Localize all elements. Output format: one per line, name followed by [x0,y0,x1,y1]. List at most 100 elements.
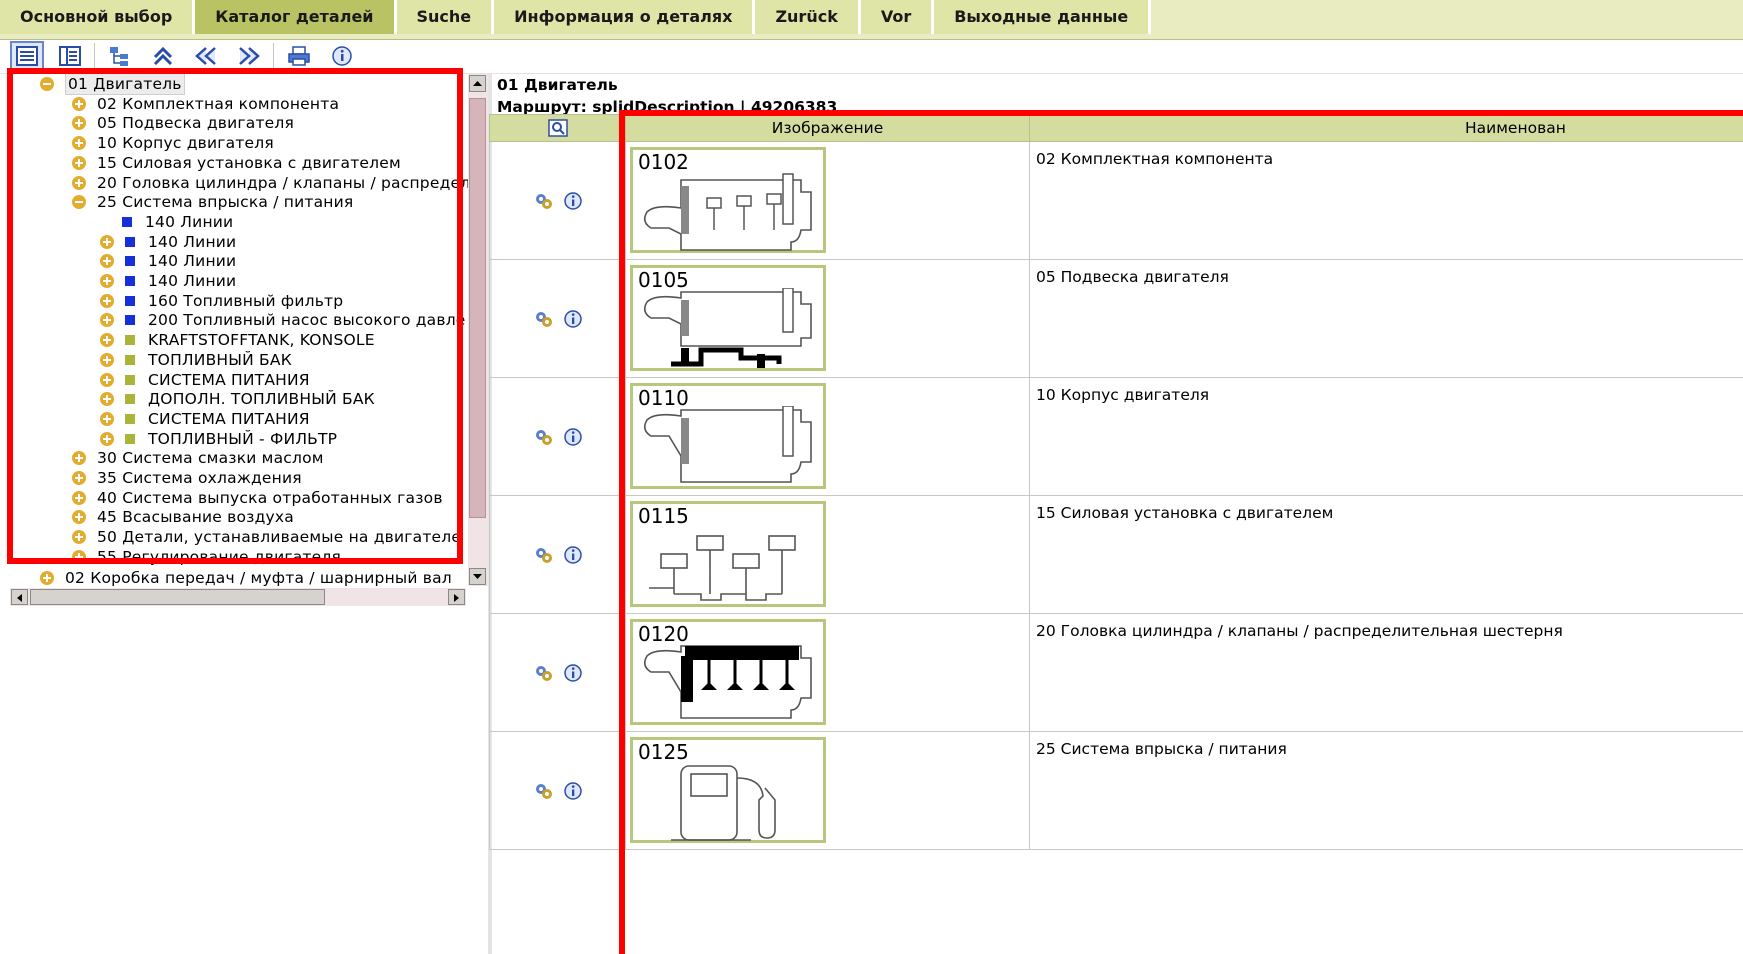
part-name[interactable]: 05 Подвеска двигателя [1030,260,1743,286]
tree-node[interactable]: 30 Система смазки маслом [72,448,324,468]
expand-icon[interactable] [100,392,114,407]
gears-icon[interactable] [533,663,555,683]
collapse-icon[interactable] [40,77,54,91]
menu-part-information[interactable]: Информация о деталях [494,0,756,34]
tree-node[interactable]: 25 Система впрыска / питания [72,192,353,212]
tree-node[interactable]: 160 Топливный фильтр [100,291,343,311]
previous-icon[interactable] [191,43,221,69]
column-header-actions[interactable] [489,114,626,142]
info-icon[interactable] [563,663,583,683]
expand-icon[interactable] [100,274,114,288]
table-row[interactable]: 0110 10 Корпус двигателя [489,377,1743,496]
tree-node[interactable]: 40 Система выпуска отработанных газов [72,488,443,508]
info-icon[interactable] [563,545,583,565]
collapse-up-icon[interactable] [148,43,178,69]
structure-icon[interactable] [105,43,135,69]
info-icon[interactable] [563,427,583,447]
tree-view-icon[interactable] [10,41,44,71]
expand-icon[interactable] [100,352,114,367]
table-row[interactable]: 0102 02 Комплектная компонента [489,141,1743,260]
menu-back[interactable]: Zurück [755,0,861,34]
part-image[interactable]: 0102 [630,147,826,253]
part-name[interactable]: 15 Силовая установка с двигателем [1030,496,1743,522]
expand-icon[interactable] [72,96,86,111]
gears-icon[interactable] [533,309,555,329]
tree-node[interactable]: 140 Линии [100,251,236,271]
tree-node[interactable]: ДОПОЛН. ТОПЛИВНЫЙ БАК [100,389,375,409]
tree-node[interactable]: СИСТЕМА ПИТАНИЯ [100,409,310,429]
part-image[interactable]: 0120 [630,619,826,725]
info-icon[interactable] [563,309,583,329]
expand-icon[interactable] [72,136,86,151]
part-name[interactable]: 25 Система впрыска / питания [1030,732,1743,758]
table-row[interactable]: 0120 20 Головка цилиндра / клапаны / расп… [489,613,1743,732]
gears-icon[interactable] [533,781,555,801]
expand-icon[interactable] [72,510,86,525]
tree-node[interactable]: 02 Комплектная компонента [72,94,339,114]
gears-icon[interactable] [533,545,555,565]
expand-icon[interactable] [100,431,114,446]
scroll-left-arrow[interactable] [11,589,28,605]
tree-node[interactable]: 50 Детали, устанавливаемые на двигателе [72,527,461,547]
tree-node[interactable]: KRAFTSTOFFTANK, KONSOLE [100,330,375,350]
expand-icon[interactable] [72,451,86,466]
tree-vertical-scrollbar[interactable] [468,74,488,586]
tree-node[interactable]: 05 Подвеска двигателя [72,113,294,133]
part-name[interactable]: 02 Комплектная компонента [1030,142,1743,168]
tree-node[interactable]: 45 Всасывание воздуха [72,507,294,527]
expand-icon[interactable] [72,549,86,564]
expand-icon[interactable] [72,471,86,485]
menu-forward[interactable]: Vor [860,0,935,34]
expand-icon[interactable] [100,293,114,308]
list-view-icon[interactable] [55,43,85,69]
part-image[interactable]: 0125 [630,737,826,843]
menu-parts-catalog[interactable]: Каталог деталей [195,0,397,34]
gears-icon[interactable] [533,427,555,447]
expand-icon[interactable] [72,490,86,505]
tree-node[interactable]: ТОПЛИВНЫЙ БАК [100,350,292,370]
expand-icon[interactable] [100,313,114,328]
expand-icon[interactable] [72,116,86,131]
part-name[interactable]: 20 Головка цилиндра / клапаны / распреде… [1030,614,1743,640]
collapse-icon[interactable] [72,195,86,210]
scroll-thumb[interactable] [30,589,325,605]
tree-node[interactable]: 02 Коробка передач / муфта / шарнирный в… [40,568,452,586]
menu-search[interactable]: Suche [396,0,495,34]
scroll-right-arrow[interactable] [448,589,465,605]
expand-icon[interactable] [72,175,86,190]
tree-root-node[interactable]: 01 Двигатель [40,74,185,95]
tree-node[interactable]: СИСТЕМА ПИТАНИЯ [100,370,310,390]
expand-icon[interactable] [100,333,114,348]
tree-node[interactable]: 55 Регулирование двигателя [72,547,341,567]
expand-icon[interactable] [72,530,86,545]
info-icon[interactable] [563,781,583,801]
expand-icon[interactable] [40,571,54,585]
tree-node[interactable]: 20 Головка цилиндра / клапаны / распреде… [72,173,470,193]
tree-node[interactable]: 15 Силовая установка с двигателем [72,153,401,173]
menu-imprint[interactable]: Выходные данные [934,0,1152,34]
part-image[interactable]: 0110 [630,383,826,489]
tree-node[interactable]: ТОПЛИВНЫЙ - ФИЛЬТР [100,429,337,449]
part-image[interactable]: 0105 [630,265,826,371]
tree-node[interactable]: 10 Корпус двигателя [72,133,274,153]
gears-icon[interactable] [533,191,555,211]
scroll-down-arrow[interactable] [469,568,486,585]
table-row[interactable]: 0105 05 Подвеска двигателя [489,259,1743,378]
tree-node[interactable]: 200 Топливный насос высокого давле [100,310,466,330]
expand-icon[interactable] [100,234,114,249]
scroll-thumb[interactable] [469,98,486,518]
expand-icon[interactable] [100,372,114,387]
expand-icon[interactable] [100,254,114,269]
part-name[interactable]: 10 Корпус двигателя [1030,378,1743,404]
tree-node[interactable]: 140 Линии [100,232,236,252]
next-icon[interactable] [234,43,264,69]
part-image[interactable]: 0115 [630,501,826,607]
tree-horizontal-scrollbar[interactable] [10,588,466,606]
tree-node[interactable]: 140 Линии [100,271,236,291]
expand-icon[interactable] [72,155,86,170]
table-row[interactable]: 0115 15 Силовая установка с двигателем [489,495,1743,614]
print-icon[interactable] [284,43,314,69]
scroll-up-arrow[interactable] [469,75,486,92]
tree-node[interactable]: 35 Система охлаждения [72,468,302,488]
table-row[interactable]: 0125 25 Система впрыска / питания [489,731,1743,850]
